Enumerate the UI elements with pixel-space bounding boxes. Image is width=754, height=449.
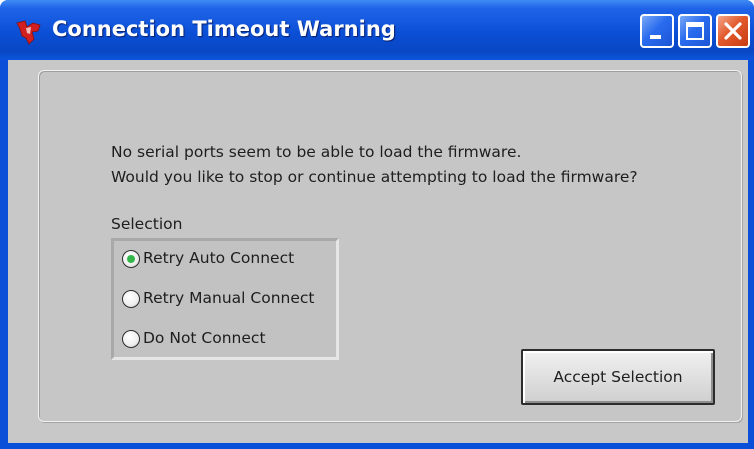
- radio-selected-dot: [127, 255, 135, 263]
- minimize-icon: [650, 35, 661, 39]
- accept-selection-button[interactable]: Accept Selection: [521, 349, 715, 405]
- selection-label: Selection: [111, 215, 183, 233]
- radio-label: Do Not Connect: [143, 329, 266, 347]
- selection-radio-group: Retry Auto Connect Retry Manual Connect …: [111, 238, 339, 360]
- radio-label: Retry Auto Connect: [143, 249, 295, 267]
- radio-button[interactable]: [122, 290, 140, 308]
- maximize-button[interactable]: [678, 14, 712, 48]
- close-icon: [724, 22, 742, 40]
- dialog-window: Connection Timeout Warning No serial por…: [0, 0, 754, 449]
- message-line-2: Would you like to stop or continue attem…: [111, 168, 638, 186]
- ti-logo-icon: [16, 20, 41, 45]
- title-bar[interactable]: Connection Timeout Warning: [0, 0, 754, 60]
- close-button[interactable]: [716, 14, 750, 48]
- radio-button-selected[interactable]: [122, 250, 140, 268]
- window-title: Connection Timeout Warning: [52, 17, 396, 41]
- radio-label: Retry Manual Connect: [143, 289, 315, 307]
- message-line-1: No serial ports seem to be able to load …: [111, 143, 522, 161]
- dialog-body: No serial ports seem to be able to load …: [8, 60, 748, 443]
- minimize-button[interactable]: [640, 14, 674, 48]
- radio-button[interactable]: [122, 330, 140, 348]
- maximize-icon: [686, 22, 704, 40]
- content-panel: No serial ports seem to be able to load …: [38, 70, 742, 422]
